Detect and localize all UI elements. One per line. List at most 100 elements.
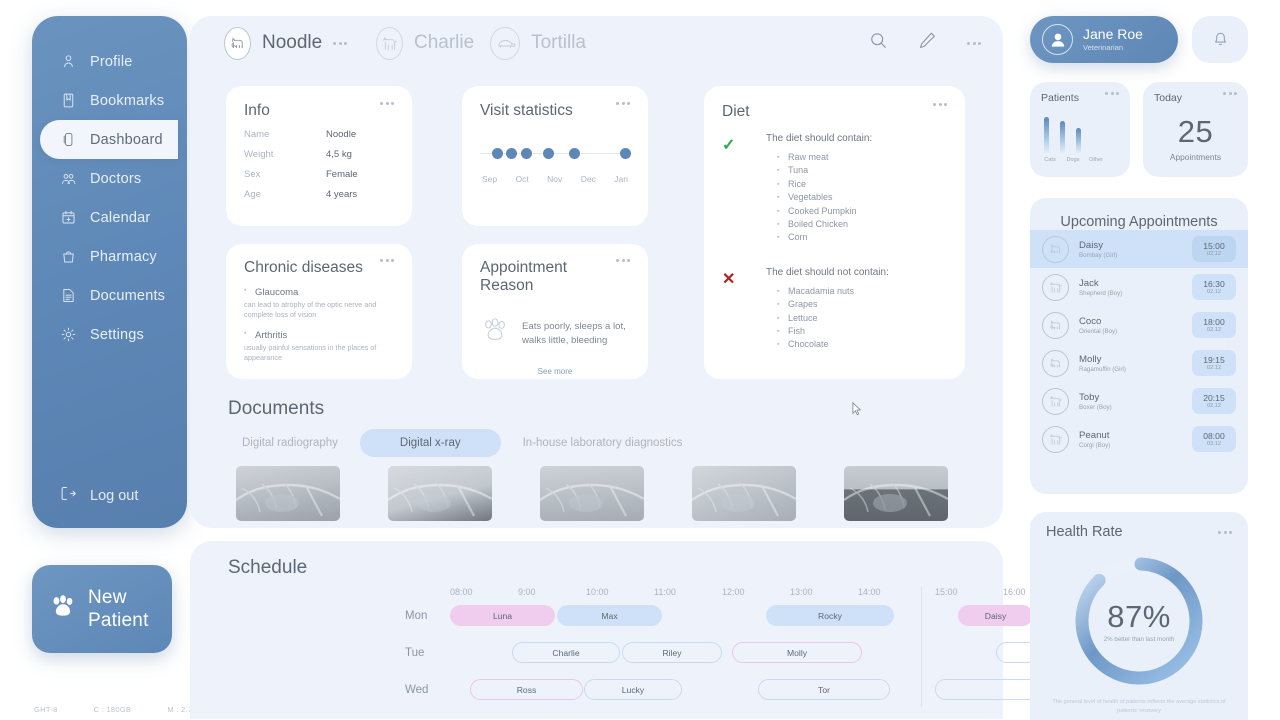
diet-item: Raw meat [777, 151, 872, 165]
patients-more-icon[interactable] [1105, 92, 1119, 95]
info-title: Info [244, 102, 270, 119]
chronic-more-icon[interactable] [380, 259, 394, 262]
cat-avatar-icon [1042, 235, 1069, 263]
appointment-row[interactable]: Peanut Corgi (Boy) 08:00 03.12 [1030, 420, 1248, 458]
schedule-day: Mon [405, 610, 428, 622]
today-more-icon[interactable] [1223, 92, 1237, 95]
visit-more-icon[interactable] [616, 102, 630, 105]
cat-avatar-icon [224, 26, 251, 60]
sidebar-item-dashboard[interactable]: Dashboard [40, 120, 178, 159]
documents-icon [60, 287, 77, 304]
pet-tab-noodle[interactable]: Noodle [208, 16, 360, 70]
sidebar-item-label: Calendar [90, 209, 151, 226]
appointment-time: 19:15 [1203, 355, 1225, 365]
pet-tab-label: Noodle [262, 32, 323, 53]
visit-dot [568, 148, 580, 159]
chronic-desc: usually painful sensations in the places… [244, 343, 377, 362]
appointment-row[interactable]: Daisy Bombay (Girl) 15:00 02.12 [1030, 230, 1248, 268]
patients-bar [1076, 127, 1081, 154]
schedule-chip[interactable]: Daisy [958, 605, 1033, 626]
sidebar-item-label: Settings [90, 326, 144, 343]
schedule-chip[interactable]: Molly [732, 642, 862, 663]
appointment-row[interactable]: Jack Shepherd (Boy) 16:30 02.12 [1030, 268, 1248, 306]
schedule-day: Tue [405, 647, 425, 659]
new-patient-button[interactable]: New Patient [32, 565, 172, 653]
appointment-date: 02.12 [1207, 251, 1221, 257]
info-key: Age [244, 189, 261, 200]
paw-outline-icon [480, 315, 512, 352]
appointment-info: Molly Ragamuffin (Girl) [1079, 354, 1182, 373]
cross-icon: ✕ [722, 270, 736, 288]
schedule-time: 9:00 [518, 587, 536, 597]
pet-tab-tortilla[interactable]: Tortilla [474, 16, 604, 70]
chronic-item: Arthritis usually painful sensations in … [244, 330, 394, 363]
documents-tab[interactable]: Digital radiography [220, 429, 360, 457]
xray-thumbnail[interactable] [236, 466, 340, 521]
diet-item: Fish [777, 325, 889, 339]
schedule-row: Mon LunaMaxRockyDaisyJack [190, 605, 1174, 642]
xray-thumbnail[interactable] [692, 466, 796, 521]
schedule-chip[interactable]: Tor [758, 679, 890, 700]
appointment-row[interactable]: Coco Oriental (Boy) 18:00 02.12 [1030, 306, 1248, 344]
appointment-row[interactable]: Toby Boxer (Boy) 20:15 02.12 [1030, 382, 1248, 420]
sidebar-item-pharmacy[interactable]: Pharmacy [32, 237, 187, 276]
bookmark-icon [60, 92, 77, 109]
sidebar-item-bookmarks[interactable]: Bookmarks [32, 81, 187, 120]
reason-text: Eats poorly, sleeps a lot, walks little,… [522, 320, 626, 346]
schedule-chip[interactable]: Lucky [584, 679, 682, 700]
schedule-time: 14:00 [858, 587, 881, 597]
info-more-icon[interactable] [380, 102, 394, 105]
sidebar-item-calendar[interactable]: Calendar [32, 198, 187, 237]
schedule-chip[interactable]: Ross [470, 679, 583, 700]
schedule-chip[interactable]: Charlie [512, 642, 620, 663]
pharmacy-icon [60, 248, 77, 265]
left-sidebar: Profile Bookmarks Dashboard Doctors Cale… [32, 16, 187, 528]
appointment-row[interactable]: Molly Ragamuffin (Girl) 19:15 02.12 [1030, 344, 1248, 382]
user-name: Jane Roe [1083, 26, 1143, 42]
schedule-chip[interactable]: Rocky [766, 605, 894, 626]
diet-item: Corn [777, 231, 872, 245]
pet-tab-charlie[interactable]: Charlie [360, 16, 480, 70]
notifications-button[interactable] [1192, 16, 1248, 63]
reason-more-icon[interactable] [616, 259, 630, 262]
header-more-icon[interactable] [967, 41, 981, 45]
diet-item: Macadamia nuts [777, 285, 889, 299]
documents-tab[interactable]: In-house laboratory diagnostics [501, 429, 705, 457]
visit-month: Sep [482, 174, 498, 184]
chronic-title: Chronic diseases [244, 259, 363, 276]
xray-thumbnail[interactable] [540, 466, 644, 521]
patients-bar-label: Dogs [1066, 157, 1080, 163]
schedule-chip[interactable]: Max [557, 605, 662, 626]
xray-thumbnail[interactable] [844, 466, 948, 521]
search-icon[interactable] [869, 31, 888, 55]
sidebar-item-settings[interactable]: Settings [32, 315, 187, 354]
appointment-name: Peanut [1079, 429, 1110, 441]
info-key: Sex [244, 169, 261, 180]
documents-tab[interactable]: Digital x-ray [359, 429, 501, 457]
schedule-time: 08:00 [450, 587, 473, 597]
visit-title: Visit statistics [480, 102, 573, 119]
sidebar-item-documents[interactable]: Documents [32, 276, 187, 315]
sidebar-item-profile[interactable]: Profile [32, 42, 187, 81]
xray-thumbnail[interactable] [388, 466, 492, 521]
edit-pencil-icon[interactable] [918, 31, 937, 55]
logout-button[interactable]: Log out [60, 485, 138, 506]
appointment-breed: Bombay (Girl) [1079, 251, 1118, 259]
see-more-link[interactable]: See more [480, 367, 630, 376]
sidebar-item-doctors[interactable]: Doctors [32, 159, 187, 198]
sidebar-item-label: Bookmarks [90, 92, 165, 109]
schedule-chip[interactable]: Riley [622, 642, 722, 663]
diet-more-icon[interactable] [933, 103, 947, 106]
visit-statistics-card: Visit statistics Sep Oct Nov Dec Jan [462, 86, 648, 226]
schedule-chip[interactable]: Luna [450, 605, 555, 626]
info-value: 4 years [326, 189, 358, 200]
user-profile-pill[interactable]: Jane Roe Veterinarian [1030, 16, 1178, 63]
health-rate-card: Health Rate 87% 2% better than last mont… [1030, 512, 1248, 720]
chronic-list: Glaucoma can lead to atrophy of the opti… [244, 287, 394, 363]
pet-tab-more-icon[interactable] [333, 41, 348, 45]
logout-icon [60, 485, 77, 506]
health-more-icon[interactable] [1218, 530, 1232, 534]
chronic-name: Arthritis [244, 330, 394, 341]
diet-card: Diet ✓ The diet should contain: Raw meat… [704, 86, 965, 379]
calendar-icon [60, 209, 77, 226]
